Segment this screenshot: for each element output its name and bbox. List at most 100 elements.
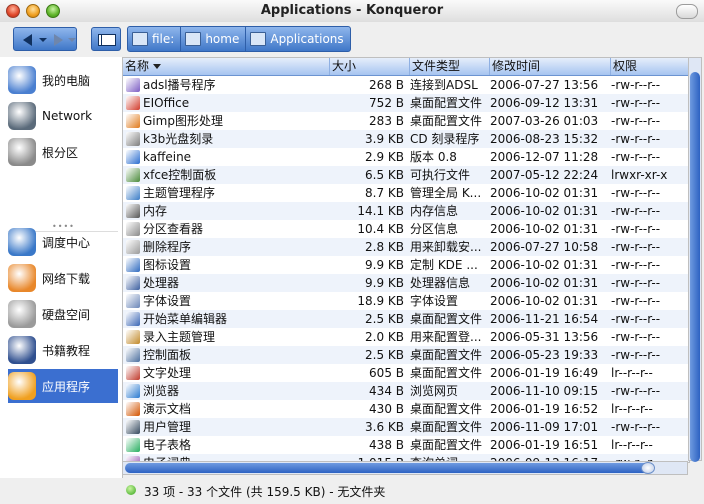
sidebar-item-root-partition[interactable]: 根分区 <box>8 135 118 169</box>
file-name: 电子表格 <box>143 438 192 452</box>
file-row[interactable]: kaffeine 2.9 KB 版本 0.8 2006-12-07 11:28 -rw-… <box>123 148 689 166</box>
sidebar-item-label: 硬盘空间 <box>42 307 91 322</box>
file-list: 名称 大小 文件类型 修改时间 权限 adsl播号程序 268 B 连接到ADSL 2… <box>122 57 690 463</box>
file-name: 用户管理 <box>143 420 192 434</box>
back-forward-buttons[interactable] <box>13 27 77 51</box>
file-modified: 2006-05-23 19:33 <box>490 348 599 362</box>
breadcrumb-item[interactable]: Applications <box>246 27 349 51</box>
file-type: 字体设置 <box>410 294 459 308</box>
vertical-scrollbar-thumb[interactable] <box>690 72 700 462</box>
file-size: 10.4 KB <box>357 222 404 236</box>
file-row[interactable]: adsl播号程序 268 B 连接到ADSL 2006-07-27 13:56 -rw-… <box>123 76 689 94</box>
file-type: 用来卸载安... <box>410 240 482 254</box>
file-permissions: -rw-r--r-- <box>611 276 661 290</box>
file-row[interactable]: 浏览器 434 B 浏览网页 2006-11-10 09:15 -rw-r--r-- <box>123 382 689 400</box>
file-modified: 2006-09-12 13:31 <box>490 96 599 110</box>
file-modified: 2006-10-02 01:31 <box>490 222 599 236</box>
window-title: Applications - Konqueror <box>260 3 444 18</box>
file-type: 可执行文件 <box>410 168 471 182</box>
file-rows: adsl播号程序 268 B 连接到ADSL 2006-07-27 13:56 -rw-… <box>123 76 689 462</box>
root-partition-icon <box>8 138 36 166</box>
file-row[interactable]: 主题管理程序 8.7 KB 管理全局 K... 2006-10-02 01:31 -rw… <box>123 184 689 202</box>
horizontal-scrollbar-thumb[interactable] <box>125 463 653 473</box>
file-row[interactable]: 开始菜单编辑器 2.5 KB 桌面配置文件 2006-11-21 16:54 -rw-r… <box>123 310 689 328</box>
file-permissions: -rw-r--r-- <box>611 348 661 362</box>
file-row[interactable]: k3b光盘刻录 3.9 KB CD 刻录程序 2006-08-23 15:32 -rw-… <box>123 130 689 148</box>
column-type-header[interactable]: 文件类型 <box>410 58 490 75</box>
sidebar-item-label: Network <box>42 109 93 123</box>
folder-icon <box>250 32 267 46</box>
breadcrumb-item[interactable]: file: <box>128 27 182 51</box>
file-row[interactable]: Gimp图形处理 283 B 桌面配置文件 2007-03-26 01:03 -rw-r… <box>123 112 689 130</box>
file-row[interactable]: 录入主题管理 2.0 KB 用来配置登... 2006-05-31 13:56 -rw-… <box>123 328 689 346</box>
file-row[interactable]: 电子表格 438 B 桌面配置文件 2006-01-19 16:51 lr--r--r-… <box>123 436 689 454</box>
file-row[interactable]: 文字处理 605 B 桌面配置文件 2006-01-19 16:49 lr--r--r-… <box>123 364 689 382</box>
file-name: 字体设置 <box>143 294 192 308</box>
file-name: 文字处理 <box>143 366 192 380</box>
file-type: 桌面配置文件 <box>410 312 483 326</box>
vertical-scrollbar[interactable] <box>688 57 702 462</box>
column-permissions-header[interactable]: 权限 <box>611 58 689 75</box>
file-row[interactable]: 删除程序 2.8 KB 用来卸载安... 2006-07-27 10:58 -rw-r-… <box>123 238 689 256</box>
file-modified: 2006-05-31 13:56 <box>490 330 599 344</box>
download-icon <box>8 264 36 292</box>
sidebar-item-disk-space[interactable]: 硬盘空间 <box>8 297 118 331</box>
column-date-header[interactable]: 修改时间 <box>490 58 611 75</box>
file-type: 浏览网页 <box>410 384 459 398</box>
forward-arrow-icon[interactable] <box>54 34 63 46</box>
file-size: 18.9 KB <box>357 294 404 308</box>
sidebar-item-download[interactable]: 网络下载 <box>8 261 118 295</box>
file-row[interactable]: 内存 14.1 KB 内存信息 2006-10-02 01:31 -rw-r--r-- <box>123 202 689 220</box>
file-permissions: -rw-r--r-- <box>611 114 661 128</box>
file-row[interactable]: 演示文档 430 B 桌面配置文件 2006-01-19 16:52 lr--r--r-… <box>123 400 689 418</box>
sidebar-item-control-center[interactable]: 调度中心 <box>8 225 118 259</box>
file-name: k3b光盘刻录 <box>143 132 214 146</box>
forward-history-dropdown-icon[interactable] <box>68 38 76 42</box>
file-type: 连接到ADSL <box>410 78 478 92</box>
file-row[interactable]: 用户管理 3.6 KB 桌面配置文件 2006-11-09 17:01 -rw-r--r… <box>123 418 689 436</box>
sidebar-item-network[interactable]: Network <box>8 99 118 133</box>
file-size: 14.1 KB <box>357 204 404 218</box>
toolbar-toggle-button[interactable] <box>676 4 698 19</box>
file-name: 处理器 <box>143 276 180 290</box>
folder-icon <box>185 32 202 46</box>
sidebar-toggle-button[interactable] <box>91 27 121 51</box>
horizontal-scrollbar-knob[interactable] <box>641 462 655 474</box>
file-type: 桌面配置文件 <box>410 96 483 110</box>
file-row[interactable]: 字体设置 18.9 KB 字体设置 2006-10-02 01:31 -rw-r--r-… <box>123 292 689 310</box>
file-permissions: -rw-r--r-- <box>611 222 661 236</box>
file-modified: 2006-12-07 11:28 <box>490 150 599 164</box>
network-icon <box>8 102 36 130</box>
sidebar-item-books[interactable]: 书籍教程 <box>8 333 118 367</box>
file-modified: 2006-07-27 10:58 <box>490 240 599 254</box>
file-permissions: -rw-r--r-- <box>611 186 661 200</box>
sidebar-item-computer[interactable]: 我的电脑 <box>8 63 118 97</box>
title-bar: Applications - Konqueror <box>0 0 704 23</box>
file-name: 图标设置 <box>143 258 192 272</box>
file-row[interactable]: 处理器 9.9 KB 处理器信息 2006-10-02 01:31 -rw-r--r-- <box>123 274 689 292</box>
status-indicator-icon <box>126 485 136 495</box>
file-row[interactable]: xfce控制面板 6.5 KB 可执行文件 2007-05-12 22:24 lrwxr… <box>123 166 689 184</box>
column-name-header[interactable]: 名称 <box>123 58 330 75</box>
file-row[interactable]: 分区查看器 10.4 KB 分区信息 2006-10-02 01:31 -rw-r--r… <box>123 220 689 238</box>
file-permissions: -rw-r--r-- <box>611 150 661 164</box>
file-type: 处理器信息 <box>410 276 471 290</box>
column-size-header[interactable]: 大小 <box>330 58 410 75</box>
horizontal-scrollbar[interactable] <box>122 461 688 475</box>
sidebar-item-label: 我的电脑 <box>42 73 91 88</box>
sidebar-item-label: 书籍教程 <box>42 343 91 358</box>
sidebar-icon <box>98 34 116 46</box>
back-history-dropdown-icon[interactable] <box>39 38 47 42</box>
file-row[interactable]: 图标设置 9.9 KB 定制 KDE ... 2006-10-02 01:31 -rw-… <box>123 256 689 274</box>
books-icon <box>8 336 36 364</box>
sidebar-item-label: 根分区 <box>42 145 79 160</box>
file-name: 内存 <box>143 204 168 218</box>
file-size: 8.7 KB <box>365 186 404 200</box>
file-row[interactable]: EIOffice 752 B 桌面配置文件 2006-09-12 13:31 -rw-r… <box>123 94 689 112</box>
back-arrow-icon[interactable] <box>23 34 32 46</box>
breadcrumb-item[interactable]: home <box>181 27 247 51</box>
sidebar-item-applications[interactable]: 应用程序 <box>8 369 118 403</box>
file-row[interactable]: 控制面板 2.5 KB 桌面配置文件 2006-05-23 19:33 -rw-r--r… <box>123 346 689 364</box>
file-name: 开始菜单编辑器 <box>143 312 228 326</box>
file-size: 752 B <box>369 96 404 110</box>
